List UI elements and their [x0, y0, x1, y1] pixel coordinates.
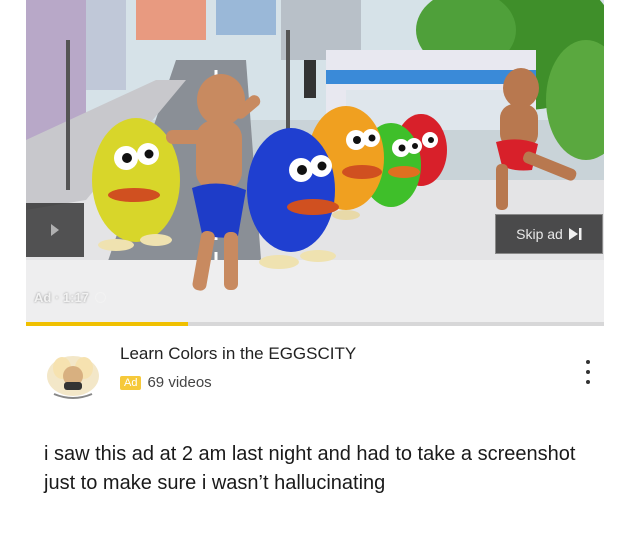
ad-channel-title[interactable]: Learn Colors in the EGGSCITY [120, 344, 356, 364]
clock-icon [94, 292, 106, 303]
previous-video-overlay[interactable] [26, 203, 84, 257]
play-arrow-icon [51, 224, 59, 236]
skip-next-icon [568, 228, 582, 240]
post-caption: i saw this ad at 2 am last night and had… [44, 443, 576, 494]
ad-info-row: Learn Colors in the EGGSCITY Ad 69 video… [44, 340, 604, 410]
video-count: 69 videos [147, 374, 212, 391]
ad-timer: Ad · 1:17 [34, 290, 106, 305]
video-ad-player[interactable]: Skip ad Ad · 1:17 [26, 0, 604, 326]
more-vertical-icon[interactable] [580, 360, 596, 384]
ad-badge: Ad [120, 375, 142, 390]
ad-timer-label: Ad · 1:17 [34, 290, 89, 305]
ad-subtitle: Ad 69 videos [120, 374, 212, 391]
ad-progress-bar[interactable] [26, 322, 604, 326]
skip-ad-button[interactable]: Skip ad [495, 214, 603, 254]
video-frame-illustration [26, 0, 604, 326]
channel-avatar[interactable] [44, 346, 102, 404]
screenshot-page: Skip ad Ad · 1:17 Learn Colors in the EG… [0, 0, 641, 538]
skip-ad-label: Skip ad [516, 226, 563, 242]
ad-progress-fill [26, 322, 188, 326]
